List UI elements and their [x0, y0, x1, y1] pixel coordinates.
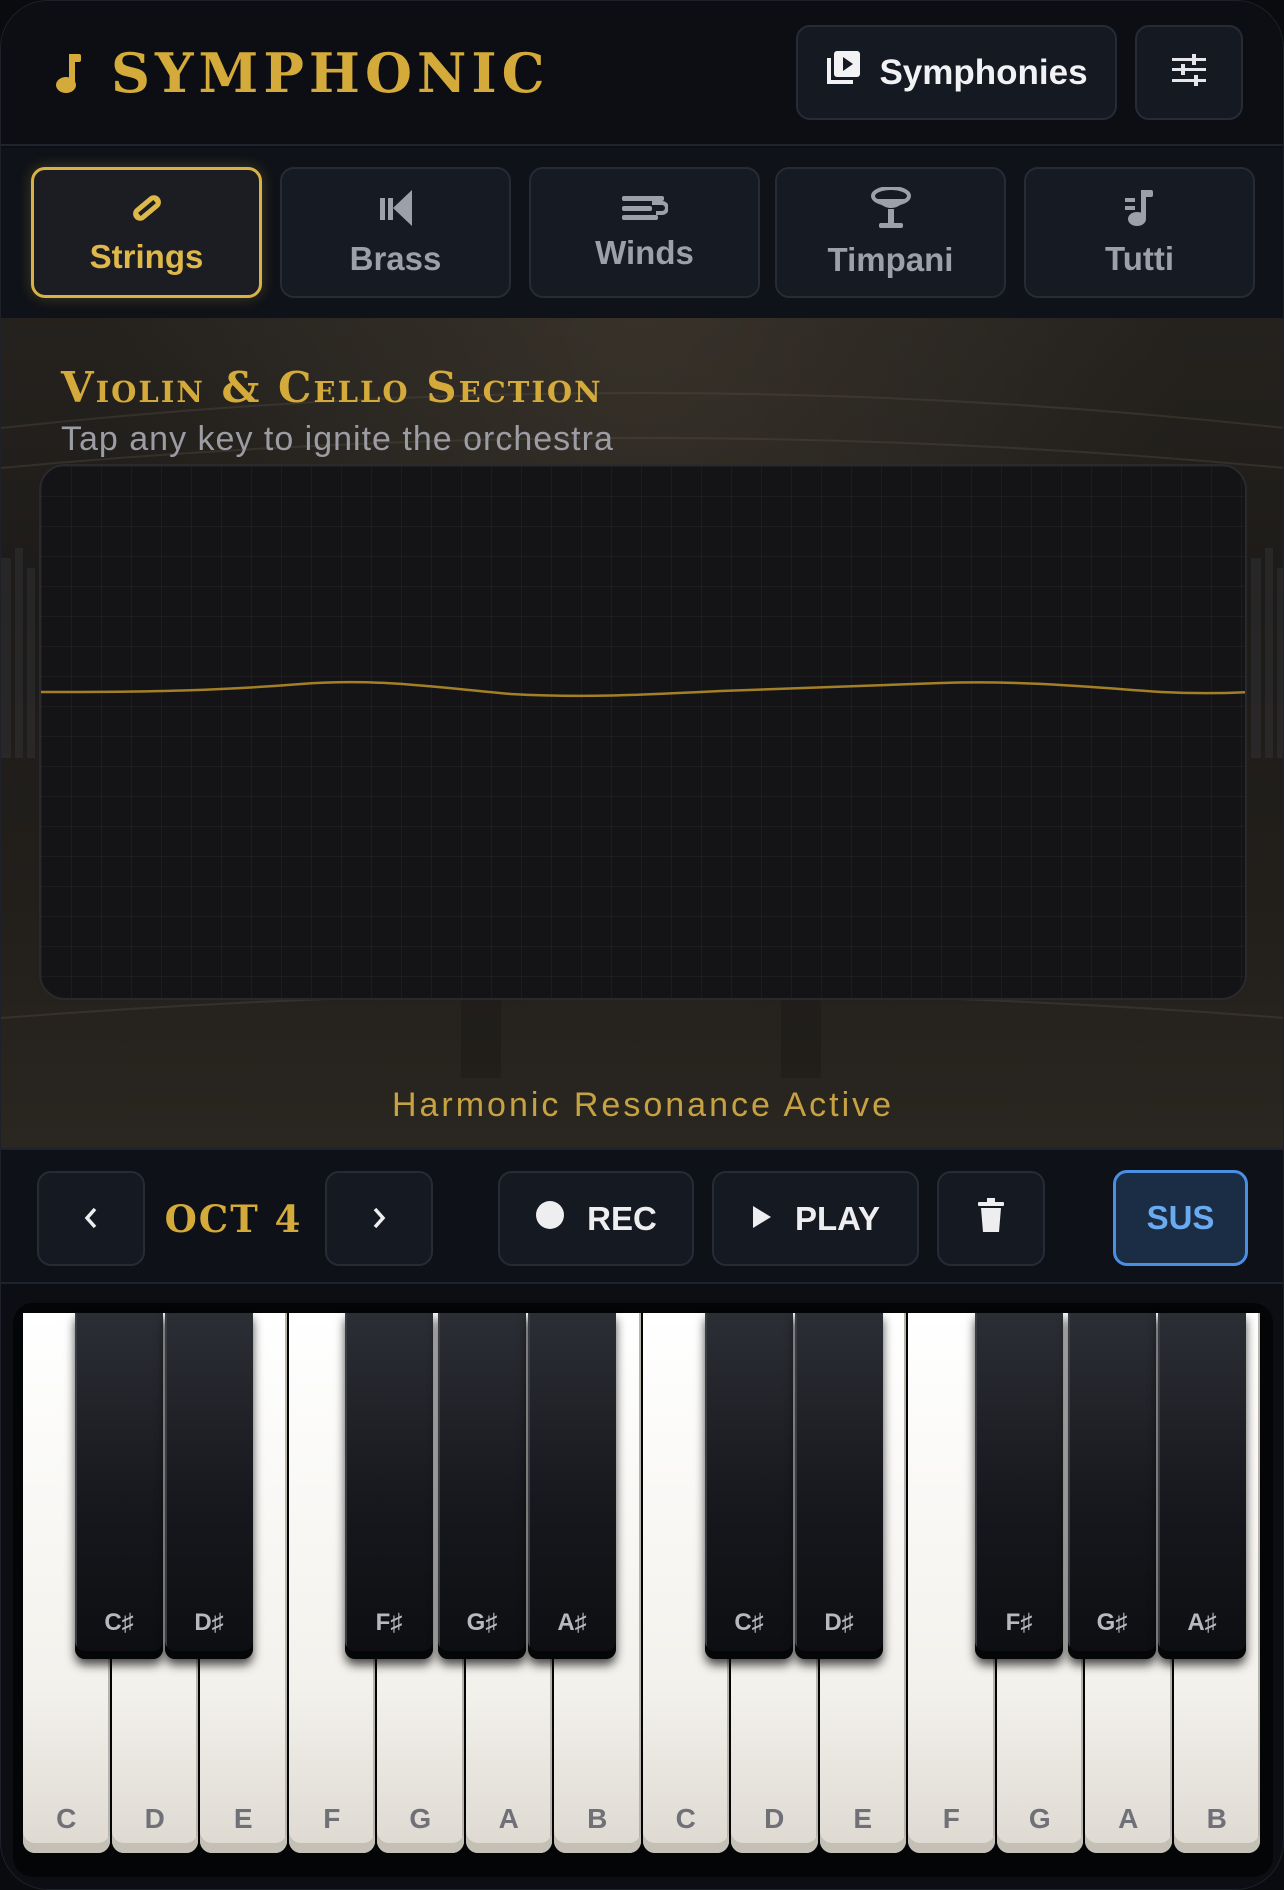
- key-label: C♯: [104, 1609, 134, 1636]
- octave-up-button[interactable]: [325, 1171, 433, 1266]
- record-label: REC: [587, 1199, 657, 1237]
- key-label: G♯: [466, 1609, 498, 1636]
- key-label: B: [1206, 1803, 1227, 1834]
- app-title: SYMPHONIC: [111, 41, 550, 105]
- key-label: G: [409, 1803, 432, 1834]
- tab-brass[interactable]: Brass: [280, 167, 511, 298]
- horn-icon: [378, 188, 414, 228]
- black-key[interactable]: F♯: [345, 1313, 433, 1659]
- key-label: C: [56, 1803, 77, 1834]
- music-note-icon: [53, 52, 83, 94]
- tab-label: Timpani: [827, 240, 954, 278]
- black-key[interactable]: A♯: [528, 1313, 616, 1659]
- playlist-play-icon: [825, 50, 861, 95]
- violin-bow-icon: [127, 190, 167, 226]
- tab-timpani[interactable]: Timpani: [775, 167, 1006, 298]
- section-subtitle: Tap any key to ignite the orchestra: [61, 420, 614, 458]
- app-window: SYMPHONIC Symphonies Strings Brass Winds…: [0, 0, 1284, 1890]
- black-key[interactable]: D♯: [795, 1313, 883, 1659]
- black-key[interactable]: G♯: [1068, 1313, 1156, 1659]
- sustain-toggle[interactable]: SUS: [1113, 1170, 1248, 1266]
- music-notes-icon: [1123, 188, 1157, 228]
- key-label: C♯: [734, 1609, 764, 1636]
- tab-label: Brass: [349, 239, 442, 277]
- waveform: [41, 680, 1245, 698]
- instrument-tabs: Strings Brass Winds Timpani Tutti: [1, 148, 1283, 318]
- section-title: Violin & Cello Section: [61, 363, 603, 412]
- trash-icon: [978, 1197, 1004, 1240]
- key-label: G♯: [1096, 1609, 1128, 1636]
- tab-label: Tutti: [1104, 239, 1174, 277]
- key-label: E: [853, 1803, 873, 1834]
- tab-strings[interactable]: Strings: [31, 167, 262, 298]
- chevron-left-icon: [83, 1200, 99, 1238]
- symphonies-button[interactable]: Symphonies: [796, 25, 1117, 120]
- black-key[interactable]: G♯: [438, 1313, 526, 1659]
- status-text: Harmonic Resonance Active: [391, 1086, 895, 1124]
- key-label: A: [1118, 1803, 1139, 1834]
- key-label: D: [144, 1803, 165, 1834]
- header: SYMPHONIC Symphonies: [1, 1, 1283, 146]
- key-label: F♯: [375, 1609, 403, 1636]
- black-key[interactable]: C♯: [705, 1313, 793, 1659]
- waveform-line: [41, 680, 1245, 698]
- symphonies-label: Symphonies: [879, 52, 1088, 92]
- key-label: B: [587, 1803, 608, 1834]
- key-label: C: [675, 1803, 696, 1834]
- control-bar: OCT 4 REC PLAY SUS: [1, 1148, 1283, 1284]
- logo: SYMPHONIC: [53, 41, 550, 105]
- tab-winds[interactable]: Winds: [529, 167, 760, 298]
- tab-label: Strings: [89, 237, 204, 275]
- tab-label: Winds: [595, 233, 694, 271]
- tab-tutti[interactable]: Tutti: [1024, 167, 1255, 298]
- black-key[interactable]: D♯: [165, 1313, 253, 1659]
- record-dot-icon: [535, 1200, 565, 1238]
- drum-icon: [870, 186, 911, 229]
- key-label: A♯: [1187, 1609, 1217, 1636]
- black-key[interactable]: A♯: [1158, 1313, 1246, 1659]
- key-label: F: [323, 1803, 341, 1834]
- play-label: PLAY: [795, 1199, 880, 1237]
- waveform-display: [39, 464, 1247, 1000]
- key-label: E: [233, 1803, 253, 1834]
- key-label: D♯: [194, 1609, 224, 1636]
- play-button[interactable]: PLAY: [712, 1171, 919, 1266]
- black-key[interactable]: C♯: [75, 1313, 163, 1659]
- play-icon: [751, 1200, 773, 1238]
- black-key[interactable]: F♯: [975, 1313, 1063, 1659]
- piano-keyboard: C D E F G A B C D E F G A B C♯ D♯ F♯ G♯ A♯ C♯ D♯ F♯ G♯ A♯: [13, 1303, 1273, 1877]
- flute-icon: [621, 194, 668, 222]
- settings-button[interactable]: [1135, 25, 1243, 120]
- concert-hall-stage: Violin & Cello Section Tap any key to ig…: [1, 318, 1283, 1148]
- key-label: G: [1028, 1803, 1051, 1834]
- key-label: A: [498, 1803, 519, 1834]
- sliders-icon: [1172, 54, 1206, 91]
- delete-button[interactable]: [937, 1171, 1045, 1266]
- key-label: D♯: [824, 1609, 854, 1636]
- octave-down-button[interactable]: [37, 1171, 145, 1266]
- record-button[interactable]: REC: [498, 1171, 694, 1266]
- chevron-right-icon: [371, 1200, 387, 1238]
- key-label: A♯: [557, 1609, 587, 1636]
- key-label: F: [942, 1803, 960, 1834]
- key-label: D: [764, 1803, 785, 1834]
- key-label: F♯: [1005, 1609, 1033, 1636]
- octave-label: OCT 4: [164, 1196, 303, 1241]
